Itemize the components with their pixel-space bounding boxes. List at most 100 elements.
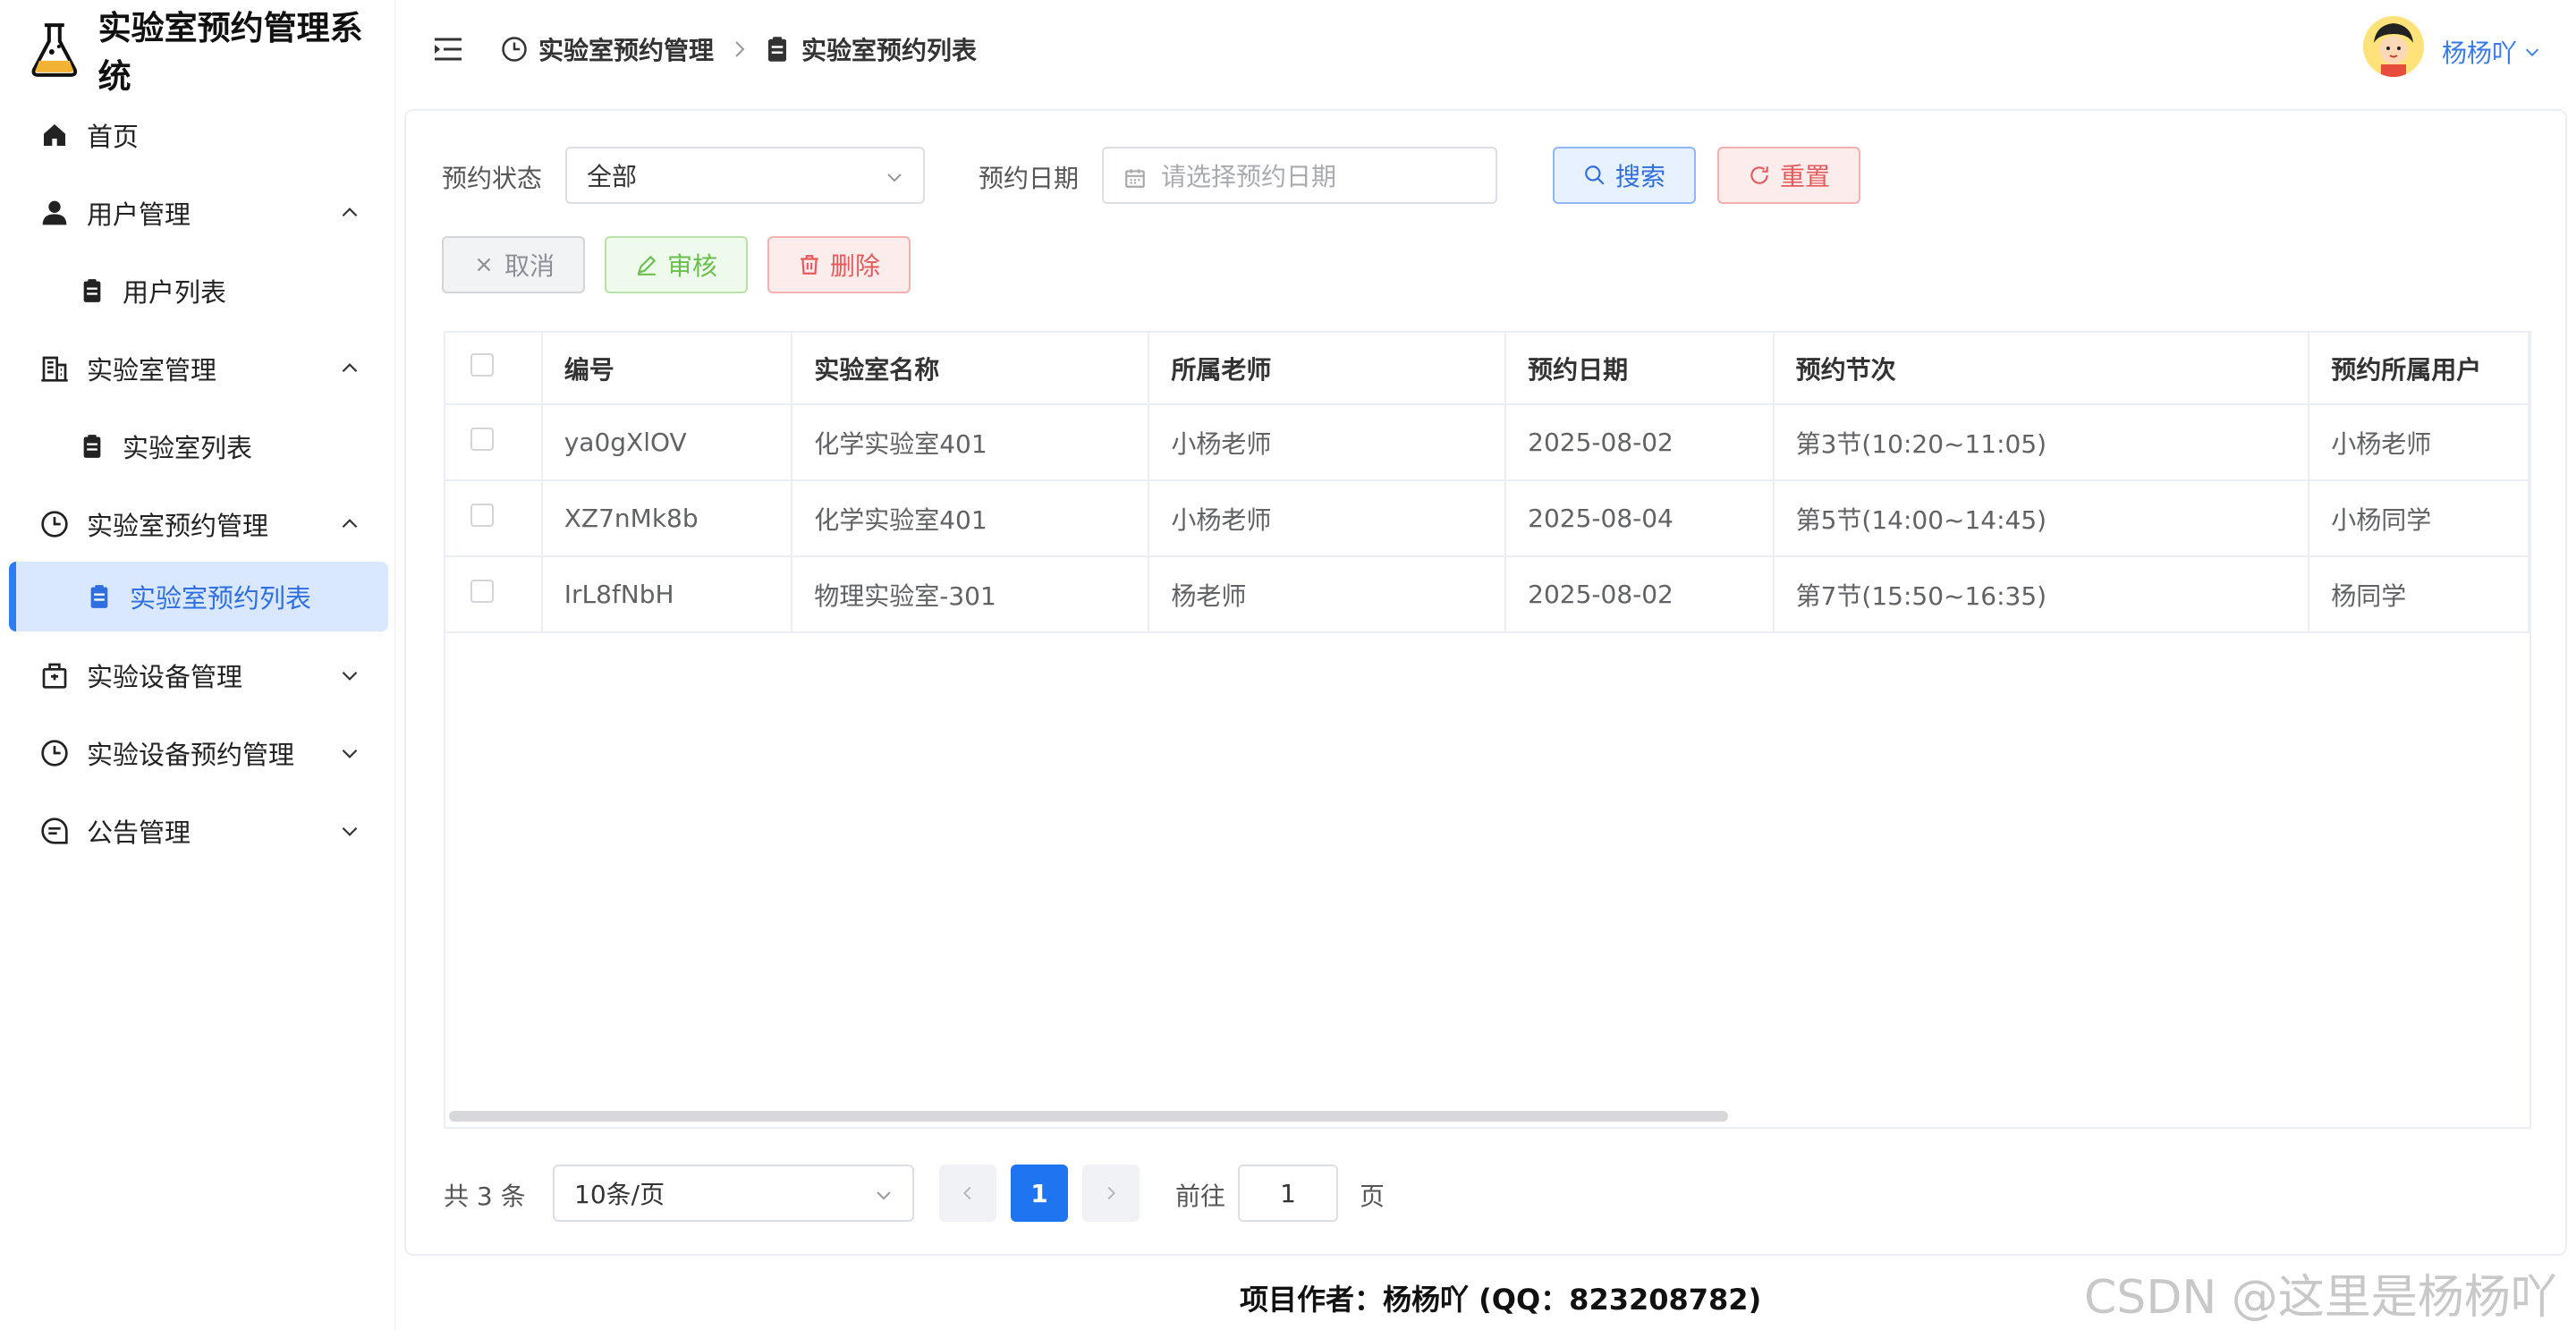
chevron-right-icon — [735, 41, 745, 57]
cell-lab-name: 化学实验室401 — [792, 404, 1150, 481]
chevron-down-icon — [2525, 48, 2539, 56]
cell-user: 小杨老师 — [2309, 404, 2529, 481]
page-suffix-label: 页 — [1360, 1182, 1385, 1211]
sidebar-item-user-management[interactable]: 用户管理 — [9, 178, 388, 248]
main-card: 预约状态 全部 预约日期 请选择预约日期 搜索 重置 取消 审核 删除 编号 实… — [404, 109, 2567, 1256]
column-header[interactable]: 实验室名称 — [792, 333, 1150, 405]
delete-button[interactable]: 删除 — [767, 236, 911, 293]
cell-teacher: 小杨老师 — [1148, 480, 1507, 557]
sidebar-item-home[interactable]: 首页 — [9, 100, 388, 170]
page-size-select[interactable]: 10条/页 — [553, 1165, 914, 1222]
chevron-up-icon — [342, 519, 358, 529]
menu-fold-icon[interactable] — [433, 36, 463, 63]
page-button-current[interactable]: 1 — [1011, 1165, 1068, 1222]
chevron-down-icon — [342, 826, 358, 836]
row-select-cell — [445, 480, 543, 557]
cancel-button[interactable]: 取消 — [442, 236, 585, 293]
row-checkbox[interactable] — [470, 428, 494, 451]
date-filter-label: 预约日期 — [979, 164, 1080, 193]
chevron-down-icon — [342, 671, 358, 681]
total-count: 共 3 条 — [444, 1182, 526, 1211]
column-header[interactable]: 所属老师 — [1148, 333, 1507, 405]
chevron-down-icon — [342, 749, 358, 758]
sidebar-item-lab-management[interactable]: 实验室管理 — [9, 334, 388, 403]
chevron-left-icon — [963, 1186, 971, 1200]
breadcrumb-label: 实验室预约管理 — [538, 36, 715, 65]
sidebar-item-lab-reservation-management[interactable]: 实验室预约管理 — [9, 489, 388, 559]
sidebar-item-equipment-management[interactable]: 实验设备管理 — [9, 640, 388, 710]
row-checkbox[interactable] — [470, 580, 494, 603]
building-icon — [39, 353, 70, 384]
row-checkbox[interactable] — [470, 504, 494, 527]
cell-date: 2025-08-04 — [1505, 480, 1775, 557]
status-filter-label: 预约状态 — [442, 164, 543, 193]
sidebar-item-label: 实验室列表 — [123, 433, 253, 463]
goto-page-input[interactable]: 1 — [1238, 1165, 1338, 1222]
cell-session: 第3节(10:20~11:05) — [1773, 404, 2310, 481]
reset-button[interactable]: 重置 — [1717, 147, 1860, 204]
cell-session: 第5节(14:00~14:45) — [1773, 480, 2310, 557]
user-menu[interactable]: 杨杨吖 — [2442, 34, 2542, 70]
avatar[interactable] — [2363, 16, 2424, 77]
search-button[interactable]: 搜索 — [1553, 147, 1696, 204]
next-page-button[interactable] — [1082, 1165, 1140, 1222]
sidebar-item-announcement-management[interactable]: 公告管理 — [9, 796, 388, 866]
trash-icon — [801, 255, 818, 275]
sidebar-item-label: 实验室预约管理 — [87, 511, 269, 541]
clock-icon — [39, 509, 70, 539]
row-select-cell — [445, 404, 543, 481]
cell-lab-name: 物理实验室-301 — [792, 556, 1150, 633]
chevron-down-icon — [877, 1191, 891, 1200]
breadcrumb-item-parent[interactable]: 实验室预约管理 — [501, 30, 714, 68]
table-row[interactable]: IrL8fNbH 物理实验室-301 杨老师 2025-08-02 第7节(15… — [445, 556, 2529, 633]
status-select[interactable]: 全部 — [565, 147, 925, 204]
sidebar-item-label: 公告管理 — [87, 817, 191, 848]
breadcrumb-label: 实验室预约列表 — [801, 36, 978, 65]
table-row[interactable]: XZ7nMk8b 化学实验室401 小杨老师 2025-08-04 第5节(14… — [445, 480, 2529, 557]
column-header[interactable]: 预约日期 — [1505, 333, 1775, 405]
date-picker-input[interactable]: 请选择预约日期 — [1102, 147, 1497, 204]
sidebar-item-label: 首页 — [87, 122, 140, 152]
cell-id: IrL8fNbH — [541, 556, 793, 633]
chevron-up-icon — [342, 208, 358, 217]
app-logo[interactable]: 实验室预约管理系统 — [25, 9, 394, 96]
cancel-button-label: 取消 — [504, 251, 555, 281]
clipboard-icon — [77, 275, 107, 306]
sidebar-item-label: 用户列表 — [123, 277, 227, 308]
reset-button-label: 重置 — [1779, 162, 1830, 191]
table-row[interactable]: ya0gXlOV 化学实验室401 小杨老师 2025-08-02 第3节(10… — [445, 404, 2529, 481]
sidebar-item-label: 实验室预约列表 — [130, 583, 312, 614]
prev-page-button[interactable] — [939, 1165, 996, 1222]
goto-label: 前往 — [1175, 1182, 1226, 1211]
cell-date: 2025-08-02 — [1505, 556, 1775, 633]
sidebar-item-user-list[interactable]: 用户列表 — [9, 256, 388, 326]
delete-button-label: 删除 — [829, 251, 880, 281]
home-icon — [39, 120, 70, 150]
sidebar-item-lab-reservation-list[interactable]: 实验室预约列表 — [9, 562, 388, 631]
cell-teacher: 杨老师 — [1148, 556, 1507, 633]
box-icon — [39, 660, 70, 690]
audit-button[interactable]: 审核 — [605, 236, 748, 293]
select-all-cell — [445, 333, 543, 405]
cell-id: XZ7nMk8b — [541, 480, 793, 557]
column-header[interactable]: 编号 — [541, 333, 793, 405]
horizontal-scrollbar[interactable] — [449, 1111, 1728, 1122]
calendar-icon — [1125, 169, 1145, 188]
select-all-checkbox[interactable] — [470, 353, 494, 377]
sidebar-item-label: 实验室管理 — [87, 355, 217, 385]
sidebar-item-lab-list[interactable]: 实验室列表 — [9, 411, 388, 481]
row-select-cell — [445, 556, 543, 633]
cell-session: 第7节(15:50~16:35) — [1773, 556, 2310, 633]
chevron-right-icon — [1107, 1186, 1115, 1200]
sidebar: 实验室预约管理系统 首页 用户管理 用户列表 实验室管理 实验室列表 实验室预约… — [0, 0, 395, 1330]
clock-icon — [39, 738, 70, 768]
chevron-up-icon — [342, 363, 358, 373]
breadcrumb-item-current: 实验室预约列表 — [764, 30, 977, 68]
page-size-value: 10条/页 — [574, 1180, 665, 1209]
column-header[interactable]: 预约节次 — [1773, 333, 2310, 405]
column-header[interactable]: 预约所属用户 — [2309, 333, 2529, 405]
table-header-row: 编号 实验室名称 所属老师 预约日期 预约节次 预约所属用户 — [445, 333, 2529, 405]
sidebar-item-label: 实验设备管理 — [87, 662, 243, 692]
sidebar-item-equipment-reservation-management[interactable]: 实验设备预约管理 — [9, 718, 388, 788]
chat-icon — [39, 816, 70, 846]
